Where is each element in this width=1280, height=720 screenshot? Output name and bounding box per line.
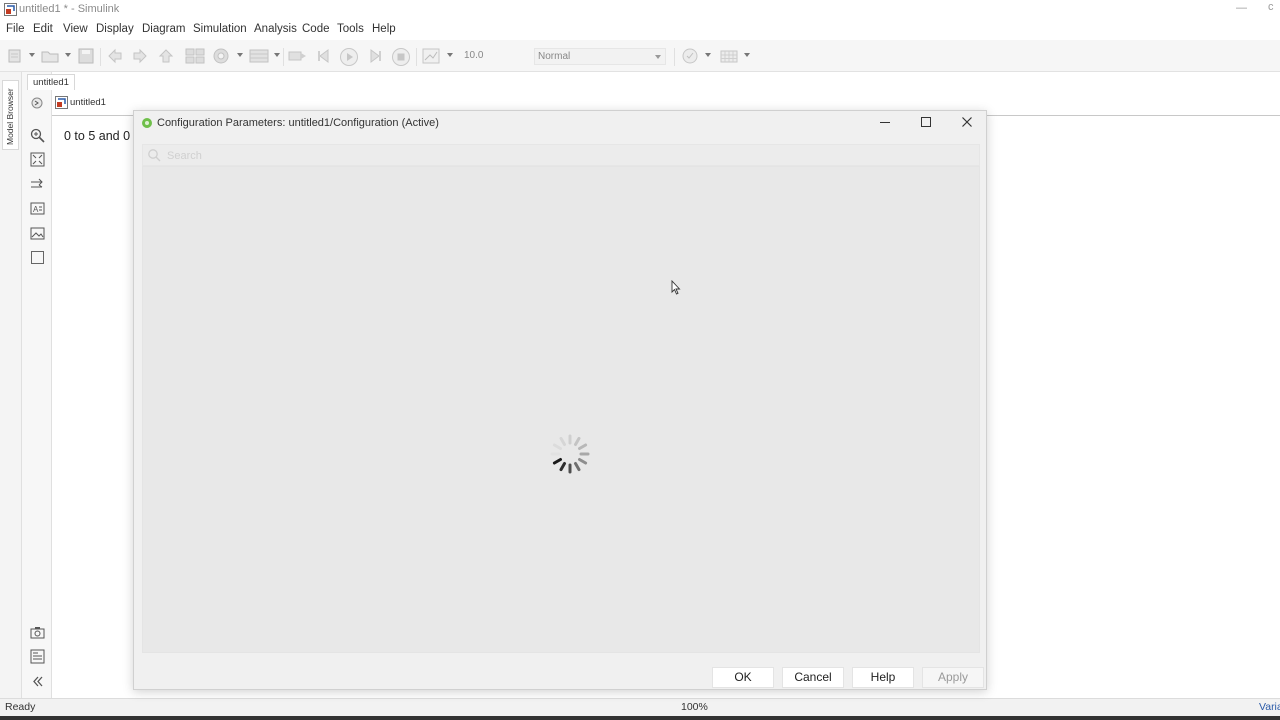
- tab-untitled1[interactable]: untitled1: [27, 74, 75, 90]
- menu-display[interactable]: Display: [96, 23, 134, 35]
- new-model-dropdown-icon[interactable]: [29, 53, 35, 57]
- breadcrumb-model-link[interactable]: untitled1: [70, 97, 106, 108]
- screenshot-icon[interactable]: [30, 625, 45, 640]
- model-browser-strip: Model Browser: [0, 72, 22, 698]
- simulation-mode-value: Normal: [538, 51, 571, 62]
- solver-link[interactable]: VariableStepAuto: [1259, 701, 1280, 713]
- image-icon[interactable]: [30, 226, 45, 241]
- open-dropdown-icon[interactable]: [65, 53, 71, 57]
- new-model-icon[interactable]: [6, 47, 24, 65]
- minimize-icon[interactable]: [878, 115, 892, 129]
- dialog-content-area: [142, 166, 980, 653]
- area-icon[interactable]: [30, 250, 45, 265]
- dialog-title: Configuration Parameters: untitled1/Conf…: [157, 117, 439, 129]
- record-icon[interactable]: [421, 47, 441, 65]
- menu-code[interactable]: Code: [302, 23, 330, 35]
- model-config-dropdown-icon[interactable]: [237, 53, 243, 57]
- canvas-annotation[interactable]: 0 to 5 and 0: [64, 129, 130, 143]
- open-icon[interactable]: [40, 47, 60, 65]
- arrows-icon[interactable]: [30, 177, 45, 192]
- collapse-icon[interactable]: [30, 674, 45, 689]
- menu-help[interactable]: Help: [372, 23, 396, 35]
- hide-show-browser-icon[interactable]: [30, 96, 44, 110]
- menu-simulation[interactable]: Simulation: [193, 23, 247, 35]
- debug-icon[interactable]: [681, 47, 699, 65]
- mouse-cursor-icon: [671, 280, 681, 295]
- window-title: untitled1 * - Simulink: [19, 3, 120, 15]
- status-text: Ready: [5, 701, 36, 713]
- help-button[interactable]: Help: [852, 667, 914, 688]
- stop-time-field[interactable]: 10.0: [464, 50, 522, 64]
- up-icon[interactable]: [157, 47, 175, 65]
- window-close-button[interactable]: c: [1268, 1, 1274, 13]
- search-icon: [148, 149, 161, 162]
- run-icon[interactable]: [339, 47, 359, 66]
- model-icon: [55, 96, 68, 109]
- model-browser-tab[interactable]: Model Browser: [2, 80, 19, 150]
- model-explorer-icon[interactable]: [248, 47, 270, 65]
- property-inspector-icon[interactable]: [30, 649, 45, 664]
- step-forward-icon[interactable]: [366, 47, 384, 65]
- simulation-mode-select[interactable]: Normal: [534, 48, 666, 65]
- menu-edit[interactable]: Edit: [33, 23, 53, 35]
- save-icon[interactable]: [77, 47, 95, 65]
- search-bar: [142, 144, 980, 166]
- block-palette: A: [22, 72, 52, 698]
- search-input[interactable]: [167, 148, 967, 163]
- model-config-icon[interactable]: [211, 47, 231, 65]
- toolbar: 10.0 Normal: [0, 40, 1280, 72]
- menu-analysis[interactable]: Analysis: [254, 23, 297, 35]
- stop-icon[interactable]: [391, 47, 411, 66]
- toolbar-separator: [674, 48, 675, 66]
- window-minimize-button[interactable]: —: [1236, 2, 1247, 14]
- window-titlebar: untitled1 * - Simulink — c: [0, 0, 1280, 20]
- grid-dropdown-icon[interactable]: [744, 53, 750, 57]
- menu-file[interactable]: File: [6, 23, 25, 35]
- ok-button[interactable]: OK: [712, 667, 774, 688]
- svg-text:A: A: [33, 205, 39, 214]
- menu-bar: File Edit View Display Diagram Simulatio…: [0, 20, 1280, 40]
- loading-spinner-icon: [550, 434, 590, 474]
- menu-diagram[interactable]: Diagram: [142, 23, 185, 35]
- record-dropdown-icon[interactable]: [447, 53, 453, 57]
- editor-tabstrip: untitled1: [22, 74, 1280, 90]
- simulink-app-icon: [4, 3, 17, 16]
- model-explorer-dropdown-icon[interactable]: [274, 53, 280, 57]
- step-back-icon[interactable]: [315, 47, 333, 65]
- menu-view[interactable]: View: [63, 23, 88, 35]
- debug-dropdown-icon[interactable]: [705, 53, 711, 57]
- toolbar-separator: [283, 48, 284, 66]
- step-back-icon[interactable]: [287, 47, 307, 65]
- toolbar-separator: [416, 48, 417, 66]
- annotation-icon[interactable]: A: [30, 201, 45, 216]
- maximize-icon[interactable]: [919, 115, 933, 129]
- cancel-button[interactable]: Cancel: [782, 667, 844, 688]
- zoom-level: 100%: [681, 701, 708, 713]
- forward-icon[interactable]: [131, 47, 149, 65]
- menu-tools[interactable]: Tools: [337, 23, 364, 35]
- model-browser-label: Model Browser: [5, 88, 15, 145]
- config-gear-icon: [142, 118, 152, 128]
- toolbar-separator: [100, 48, 101, 66]
- taskbar-edge: [0, 716, 1280, 720]
- chevron-down-icon: [655, 55, 661, 59]
- configuration-parameters-dialog: Configuration Parameters: untitled1/Conf…: [133, 110, 987, 690]
- apply-button[interactable]: Apply: [922, 667, 984, 688]
- close-icon[interactable]: [960, 115, 974, 129]
- zoom-icon[interactable]: [30, 128, 45, 143]
- fit-to-view-icon[interactable]: [30, 152, 45, 167]
- library-browser-icon[interactable]: [184, 47, 206, 65]
- back-icon[interactable]: [106, 47, 124, 65]
- dialog-titlebar[interactable]: Configuration Parameters: untitled1/Conf…: [134, 111, 986, 136]
- grid-icon[interactable]: [719, 47, 739, 65]
